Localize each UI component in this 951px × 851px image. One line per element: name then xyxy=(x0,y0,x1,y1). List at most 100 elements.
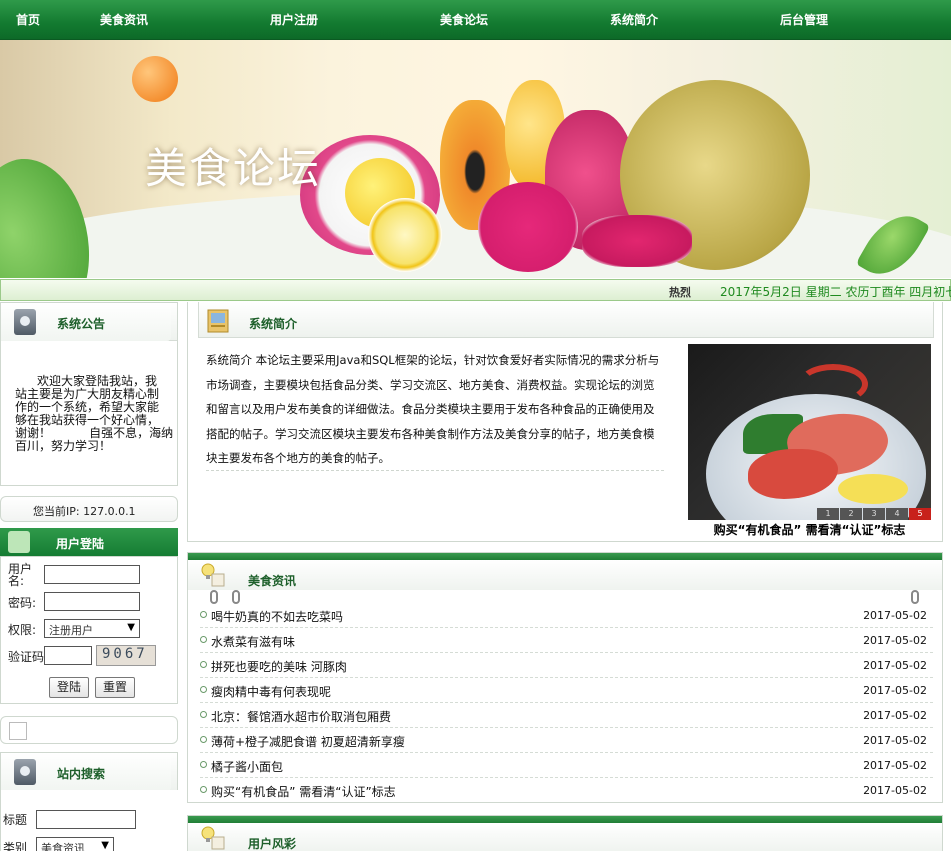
user-icon xyxy=(8,531,30,553)
bullet-icon xyxy=(200,611,207,618)
intro-line: 市场调查，主要模块包括食品分类、学习交流区、地方美食、消费权益。实现论坛的浏览 xyxy=(206,377,655,392)
username-input[interactable] xyxy=(44,565,140,584)
nav-admin[interactable]: 后台管理 xyxy=(780,11,828,28)
news-title-link[interactable]: 北京：餐馆酒水超市价取消包厢费 xyxy=(211,708,391,725)
login-button[interactable]: 登陆 xyxy=(49,677,89,698)
news-date: 2017-05-02 xyxy=(863,659,927,672)
role-label: 权限: xyxy=(8,623,37,637)
news-row[interactable]: 橘子酱小面包 2017-05-02 xyxy=(200,753,933,778)
username-label: 用户名: xyxy=(8,562,33,588)
password-label: 密码: xyxy=(8,596,37,610)
banner-title: 美食论坛 xyxy=(145,144,322,193)
nav-food-news[interactable]: 美食资讯 xyxy=(100,11,148,28)
captcha-input[interactable] xyxy=(44,646,92,665)
lemon-decoration xyxy=(838,474,908,504)
login-form: 用户名: 密码: 权限: 注册用户 验证码 9067 登陆 重置 xyxy=(0,556,178,704)
panel-bar xyxy=(188,816,942,823)
search-form: 标题 类别 美食资讯 xyxy=(0,790,178,851)
users-panel: 用户风彩 xyxy=(187,815,943,851)
pager-4[interactable]: 4 xyxy=(886,508,908,520)
captcha-image[interactable]: 9067 xyxy=(96,645,156,666)
news-title-link[interactable]: 购买“有机食品” 需看清“认证”标志 xyxy=(211,783,396,800)
divider xyxy=(206,470,664,471)
pager-3[interactable]: 3 xyxy=(863,508,885,520)
date-display: 2017年5月2日 星期二 农历丁酉年 四月初七 xyxy=(720,285,951,299)
top-nav: 首页 美食资讯 用户注册 美食论坛 系统简介 后台管理 xyxy=(0,0,951,40)
search-category-select[interactable]: 美食资讯 xyxy=(36,837,114,851)
pager-1[interactable]: 1 xyxy=(817,508,839,520)
reset-button[interactable]: 重置 xyxy=(95,677,135,698)
news-title-link[interactable]: 水煮菜有滋有味 xyxy=(211,633,295,650)
panel-bar xyxy=(188,553,942,560)
nav-forum[interactable]: 美食论坛 xyxy=(440,11,488,28)
intro-line: 搭配的帖子。学习交流区模块主要发布各种美食制作方法及美食分享的帖子，地方美食模 xyxy=(206,426,655,441)
search-title: 站内搜索 xyxy=(57,767,106,781)
notice-line: 百川，努力学习！ xyxy=(15,439,112,453)
banner: 美食论坛 xyxy=(0,40,951,278)
news-date: 2017-05-02 xyxy=(863,634,927,647)
dragonfruit-slice-decoration xyxy=(478,182,578,272)
slideshow-caption[interactable]: 购买“有机食品” 需看清“认证”标志 xyxy=(688,521,931,538)
slideshow-pager: 1 2 3 4 5 xyxy=(816,508,931,520)
role-select[interactable]: 注册用户 xyxy=(44,619,140,638)
news-row[interactable]: 北京：餐馆酒水超市价取消包厢费 2017-05-02 xyxy=(200,703,933,728)
intro-line: 和留言以及用户发布美食的详细做法。食品分类模块主要用于发布各种食品的正确使用及 xyxy=(206,402,655,416)
news-date: 2017-05-02 xyxy=(863,684,927,697)
news-header: 美食资讯 xyxy=(188,560,942,590)
hot-label: 热烈 xyxy=(669,286,691,299)
bullet-icon xyxy=(200,761,207,768)
news-title-link[interactable]: 薄荷+橙子减肥食谱 初夏超清新享瘦 xyxy=(211,733,405,750)
news-row[interactable]: 拼死也要吃的美味 河豚肉 2017-05-02 xyxy=(200,653,933,678)
checkbox-placeholder xyxy=(9,722,27,740)
bullet-icon xyxy=(200,786,207,793)
nav-home[interactable]: 首页 xyxy=(16,11,40,28)
blank-box xyxy=(0,716,178,744)
search-category-label: 类别 xyxy=(3,841,28,851)
paperclip-icon xyxy=(210,590,218,604)
news-panel: 美食资讯 喝牛奶真的不如去吃菜吗 2017-05-02 水煮菜有滋有味 2017… xyxy=(187,552,943,803)
news-date: 2017-05-02 xyxy=(863,609,927,622)
password-input[interactable] xyxy=(44,592,140,611)
news-row[interactable]: 薄荷+橙子减肥食谱 初夏超清新享瘦 2017-05-02 xyxy=(200,728,933,753)
news-title-link[interactable]: 喝牛奶真的不如去吃菜吗 xyxy=(211,608,343,625)
paperclip-icon xyxy=(911,590,919,604)
lightbulb-icon xyxy=(201,563,225,587)
notice-box: 系统公告 欢迎大家登陆我站，我 站主要是为广大朋友精心制 作的一个系统，希望大家… xyxy=(0,302,178,486)
intro-panel: 系统简介 系统简介 本论坛主要采用Java和SQL框架的论坛，针对饮食爱好者实际… xyxy=(187,302,943,542)
book-icon xyxy=(207,309,229,333)
notice-header: 系统公告 xyxy=(1,303,177,341)
news-title-link[interactable]: 拼死也要吃的美味 河豚肉 xyxy=(211,658,347,675)
search-category-value: 美食资讯 xyxy=(41,842,85,851)
bullet-icon xyxy=(200,711,207,718)
pager-5[interactable]: 5 xyxy=(909,508,931,520)
pager-2[interactable]: 2 xyxy=(840,508,862,520)
news-title-link[interactable]: 橘子酱小面包 xyxy=(211,758,283,775)
news-date: 2017-05-02 xyxy=(863,709,927,722)
nav-about[interactable]: 系统简介 xyxy=(610,11,658,28)
bullet-icon xyxy=(200,661,207,668)
search-header: 站内搜索 xyxy=(1,753,177,791)
intro-title: 系统简介 xyxy=(249,317,298,331)
news-row[interactable]: 喝牛奶真的不如去吃菜吗 2017-05-02 xyxy=(200,603,933,628)
captcha-label: 验证码 xyxy=(8,650,45,664)
news-title-link[interactable]: 瘦肉精中毒有何表现呢 xyxy=(211,683,331,700)
news-date: 2017-05-02 xyxy=(863,784,927,797)
slideshow-image[interactable]: 1 2 3 4 5 xyxy=(688,344,931,520)
role-select-value: 注册用户 xyxy=(49,624,93,637)
orange-decoration xyxy=(132,56,178,102)
intro-line: 块主要发布各个地方的美食的帖子。 xyxy=(206,451,390,465)
search-title-input[interactable] xyxy=(36,810,136,829)
notice-title: 系统公告 xyxy=(57,317,106,331)
intro-text: 系统简介 本论坛主要采用Java和SQL框架的论坛，针对饮食爱好者实际情况的需求… xyxy=(206,348,664,471)
intro-header: 系统简介 xyxy=(198,302,934,338)
news-row[interactable]: 水煮菜有滋有味 2017-05-02 xyxy=(200,628,933,653)
news-row[interactable]: 瘦肉精中毒有何表现呢 2017-05-02 xyxy=(200,678,933,703)
intro-line: 系统简介 本论坛主要采用Java和SQL框架的论坛，针对饮食爱好者实际情况的需求… xyxy=(206,353,660,367)
nav-register[interactable]: 用户注册 xyxy=(270,11,318,28)
login-title: 用户登陆 xyxy=(56,537,105,551)
ip-box: 您当前IP: 127.0.0.1 xyxy=(0,496,178,522)
news-row[interactable]: 购买“有机食品” 需看清“认证”标志 2017-05-02 xyxy=(200,778,933,803)
news-title: 美食资讯 xyxy=(248,574,297,588)
speaker-icon xyxy=(14,309,36,335)
bullet-icon xyxy=(200,736,207,743)
